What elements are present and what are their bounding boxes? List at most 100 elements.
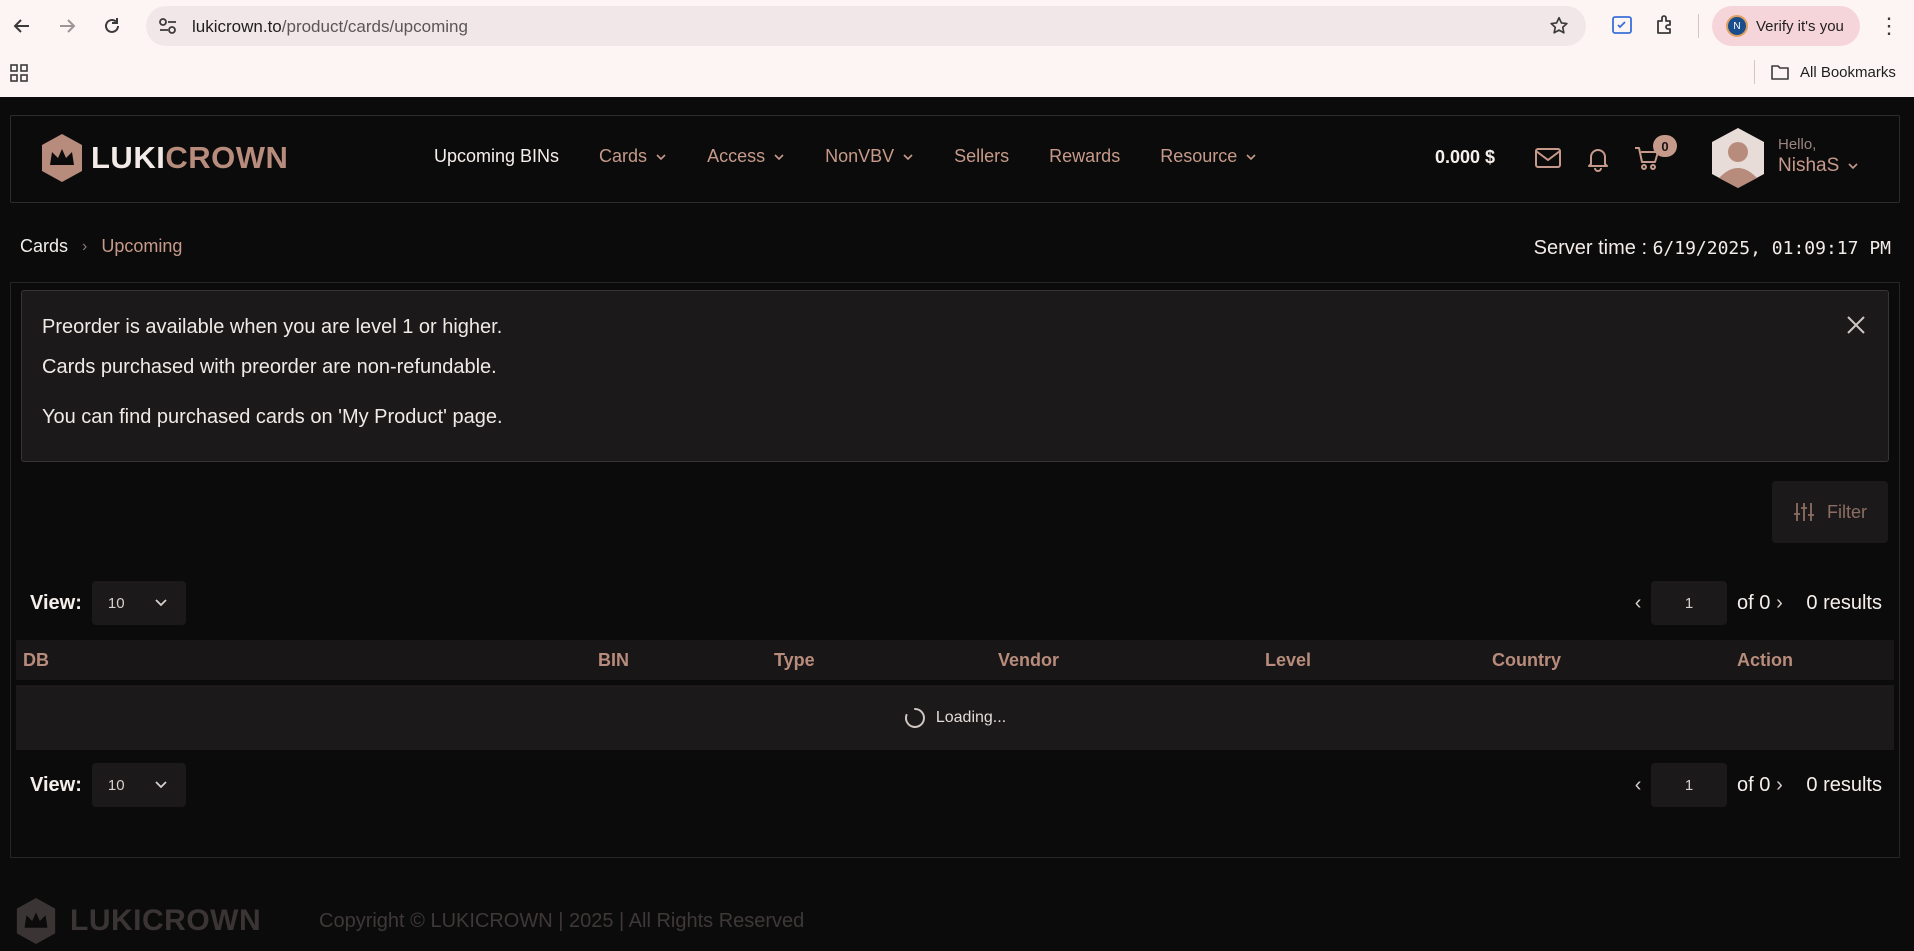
user-avatar[interactable] xyxy=(1711,128,1765,188)
alert-line-3: You can find purchased cards on 'My Prod… xyxy=(42,406,503,428)
close-icon[interactable] xyxy=(1844,313,1868,337)
chevron-down-icon xyxy=(155,781,167,789)
column-header-bin[interactable]: BIN xyxy=(598,650,629,671)
loading-spinner-icon xyxy=(904,707,925,728)
nav-upcoming-bins[interactable]: Upcoming BINs xyxy=(434,146,559,167)
forward-button[interactable] xyxy=(53,12,81,40)
chevron-down-icon xyxy=(774,153,784,160)
nav-label: Resource xyxy=(1160,146,1238,166)
column-header-vendor[interactable]: Vendor xyxy=(998,650,1059,671)
nav-resource[interactable]: Resource xyxy=(1160,146,1257,167)
apps-grid-icon[interactable] xyxy=(9,63,29,83)
breadcrumb: Cards › Upcoming xyxy=(20,236,182,257)
results-count: 0 results xyxy=(1806,591,1882,614)
sliders-icon xyxy=(1794,503,1814,521)
page-size-value: 10 xyxy=(107,594,125,612)
pager-bottom: ‹ 1 of 0 › 0 results xyxy=(1629,763,1882,807)
column-header-level[interactable]: Level xyxy=(1265,650,1311,671)
table-loading-row: Loading... xyxy=(16,685,1894,750)
nav-rewards[interactable]: Rewards xyxy=(1049,146,1120,167)
pager-top: ‹ 1 of 0 › 0 results xyxy=(1629,581,1882,625)
preorder-alert: Preorder is available when you are level… xyxy=(21,290,1889,462)
nav-label: Cards xyxy=(599,146,648,166)
verify-profile-button[interactable]: N Verify it's you xyxy=(1712,6,1860,46)
arrow-right-icon xyxy=(60,19,76,33)
reload-icon xyxy=(105,18,119,33)
server-time-value: 6/19/2025, 01:09:17 PM xyxy=(1652,238,1891,259)
chevron-down-icon xyxy=(155,599,167,607)
chevron-down-icon xyxy=(903,153,913,160)
page-size-select[interactable]: 10 xyxy=(91,581,186,625)
logo-text-luki: LUKI xyxy=(91,140,166,175)
nav-sellers[interactable]: Sellers xyxy=(954,146,1009,167)
all-bookmarks-button[interactable]: All Bookmarks xyxy=(1770,60,1896,84)
page-size-value: 10 xyxy=(107,776,125,794)
breadcrumb-upcoming: Upcoming xyxy=(101,236,183,256)
page-number-input[interactable]: 1 xyxy=(1651,581,1728,625)
page-size-select[interactable]: 10 xyxy=(91,763,186,807)
bookmarks-divider xyxy=(1754,60,1755,84)
nav-label: Upcoming BINs xyxy=(434,146,560,166)
breadcrumb-separator-icon: › xyxy=(82,237,88,255)
view-label: View: xyxy=(30,591,82,614)
greeting-text: Hello, xyxy=(1778,136,1817,153)
prev-page-icon[interactable]: ‹ xyxy=(1629,592,1647,615)
table-header: DB BIN Type Vendor Level Country Action xyxy=(16,640,1894,680)
server-time-label: Server time : xyxy=(1533,237,1648,259)
view-selector-top: View: 10 xyxy=(30,581,186,625)
crown-logo-icon xyxy=(42,134,82,182)
main-nav: Upcoming BINs Cards Access NonVBV Seller… xyxy=(434,146,1297,167)
user-menu[interactable]: NishaS xyxy=(1778,155,1859,177)
nav-nonvbv[interactable]: NonVBV xyxy=(825,146,914,167)
page-count: of 0 xyxy=(1737,773,1771,796)
verify-label: Verify it's you xyxy=(1756,17,1844,35)
cart-count-badge: 0 xyxy=(1653,135,1677,157)
column-header-db[interactable]: DB xyxy=(23,650,49,671)
next-page-icon[interactable]: › xyxy=(1770,592,1788,615)
copyright-text: Copyright © LUKICROWN | 2025 | All Right… xyxy=(319,910,805,932)
site-settings-icon[interactable] xyxy=(158,17,178,35)
address-bar[interactable]: lukicrown.to/product/cards/upcoming xyxy=(146,6,1586,46)
filter-label: Filter xyxy=(1827,501,1867,522)
site-header: LUKICROWN Upcoming BINs Cards Access Non… xyxy=(10,115,1900,203)
extension-icon[interactable] xyxy=(1610,13,1634,37)
next-page-icon[interactable]: › xyxy=(1770,774,1788,797)
site-logo[interactable]: LUKICROWN xyxy=(39,132,288,184)
folder-icon xyxy=(1771,65,1789,80)
arrow-left-icon xyxy=(13,19,29,33)
bell-icon[interactable] xyxy=(1583,143,1613,173)
reload-button[interactable] xyxy=(98,12,126,40)
nav-access[interactable]: Access xyxy=(707,146,785,167)
crown-logo-icon xyxy=(16,898,56,944)
chevron-down-icon xyxy=(1246,153,1256,160)
mail-icon[interactable] xyxy=(1533,143,1563,173)
logo-text-crown: CROWN xyxy=(165,140,289,175)
url-path: /product/cards/upcoming xyxy=(281,17,468,36)
prev-page-icon[interactable]: ‹ xyxy=(1629,774,1647,797)
view-selector-bottom: View: 10 xyxy=(30,763,186,807)
toolbar-divider xyxy=(1698,14,1699,38)
all-bookmarks-label: All Bookmarks xyxy=(1800,63,1896,81)
column-header-country[interactable]: Country xyxy=(1492,650,1561,671)
results-count: 0 results xyxy=(1806,773,1882,796)
url-text[interactable]: lukicrown.to/product/cards/upcoming xyxy=(192,17,468,37)
filter-button[interactable]: Filter xyxy=(1772,481,1888,543)
breadcrumb-cards[interactable]: Cards xyxy=(20,236,68,257)
server-time: Server time : 6/19/2025, 01:09:17 PM xyxy=(1534,237,1891,260)
nav-label: Rewards xyxy=(1049,146,1121,166)
footer-logo-text: LUKICROWN xyxy=(70,904,262,937)
nav-label: NonVBV xyxy=(825,146,895,166)
loading-text: Loading... xyxy=(935,708,1007,726)
view-label: View: xyxy=(30,773,82,796)
footer-logo: LUKICROWN xyxy=(14,896,261,946)
back-button[interactable] xyxy=(8,12,36,40)
page-number-input[interactable]: 1 xyxy=(1651,763,1728,807)
nav-cards[interactable]: Cards xyxy=(599,146,667,167)
browser-chrome: lukicrown.to/product/cards/upcoming N Ve… xyxy=(0,0,1914,97)
username-text: NishaS xyxy=(1778,155,1840,176)
column-header-type[interactable]: Type xyxy=(774,650,815,671)
browser-toolbar: lukicrown.to/product/cards/upcoming N Ve… xyxy=(0,0,1914,52)
browser-menu-icon[interactable]: ⋮ xyxy=(1878,13,1900,39)
bookmark-star-icon[interactable] xyxy=(1548,15,1570,37)
puzzle-icon[interactable] xyxy=(1654,13,1678,37)
